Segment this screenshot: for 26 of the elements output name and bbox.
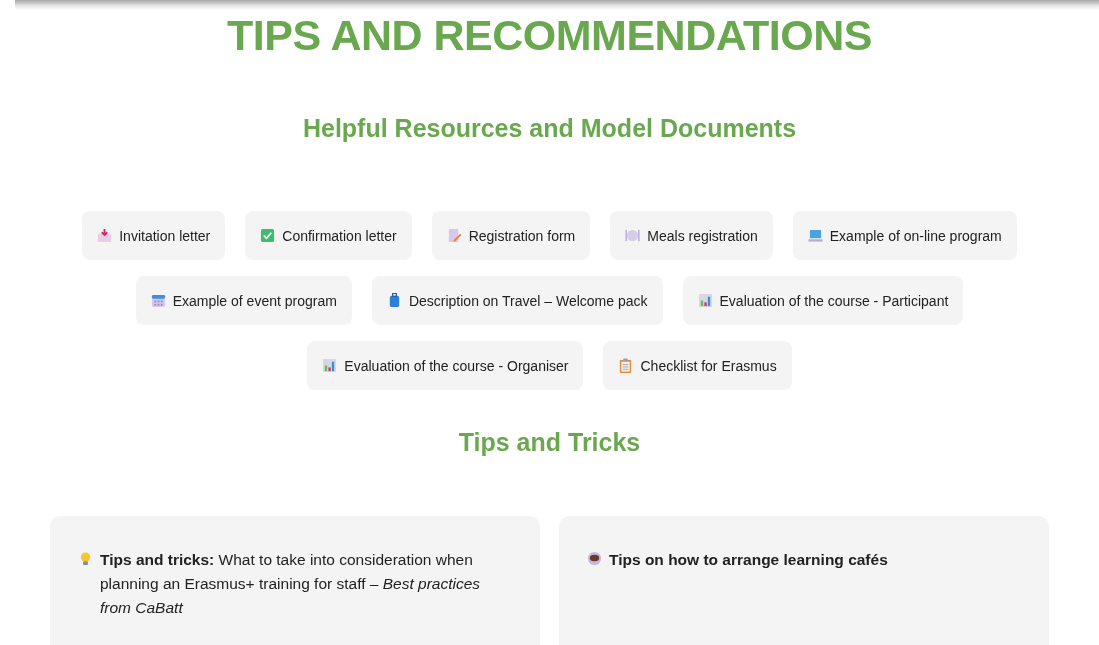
calendar-icon (150, 293, 166, 308)
pencil-document-icon (446, 228, 462, 243)
resource-link-button[interactable]: Confirmation letter (245, 211, 412, 260)
resource-link-button[interactable]: Evaluation of the course - Organiser (307, 341, 584, 390)
page-title: TIPS AND RECOMMENDATIONS (227, 10, 872, 60)
plate-icon (625, 228, 641, 243)
light-bulb-icon (78, 551, 93, 566)
resource-link-button[interactable]: Meals registration (610, 211, 773, 260)
bar-chart-icon (697, 293, 713, 308)
resource-link-button[interactable]: Example of on-line program (792, 211, 1017, 260)
envelope-icon (97, 228, 113, 243)
section-heading: Tips and Tricks (458, 427, 641, 457)
resource-link-button[interactable]: Description on Travel – Welcome pack (371, 276, 663, 325)
resource-link-button[interactable]: Example of event program (135, 276, 352, 325)
coffee-cup-icon (587, 551, 602, 566)
bar-chart-icon (322, 358, 338, 373)
laptop-icon (807, 228, 823, 243)
tip-link[interactable]: Tips and tricks: What to take into consideration when planning an Erasmus+ training for staff – Best practices from CaBatt (100, 548, 512, 620)
resource-link-button[interactable]: Evaluation of the course - Participant (682, 276, 964, 325)
resource-link-button[interactable]: Checklist for Erasmus (603, 341, 792, 390)
tip-link[interactable]: Tips on how to arrange learning cafés (609, 548, 888, 572)
checkmark-icon (260, 228, 276, 243)
resource-link-button[interactable]: Invitation letter (82, 211, 226, 260)
resource-link-button[interactable]: Registration form (431, 211, 591, 260)
clipboard-icon (618, 358, 634, 373)
section-heading: Helpful Resources and Model Documents (302, 113, 797, 143)
